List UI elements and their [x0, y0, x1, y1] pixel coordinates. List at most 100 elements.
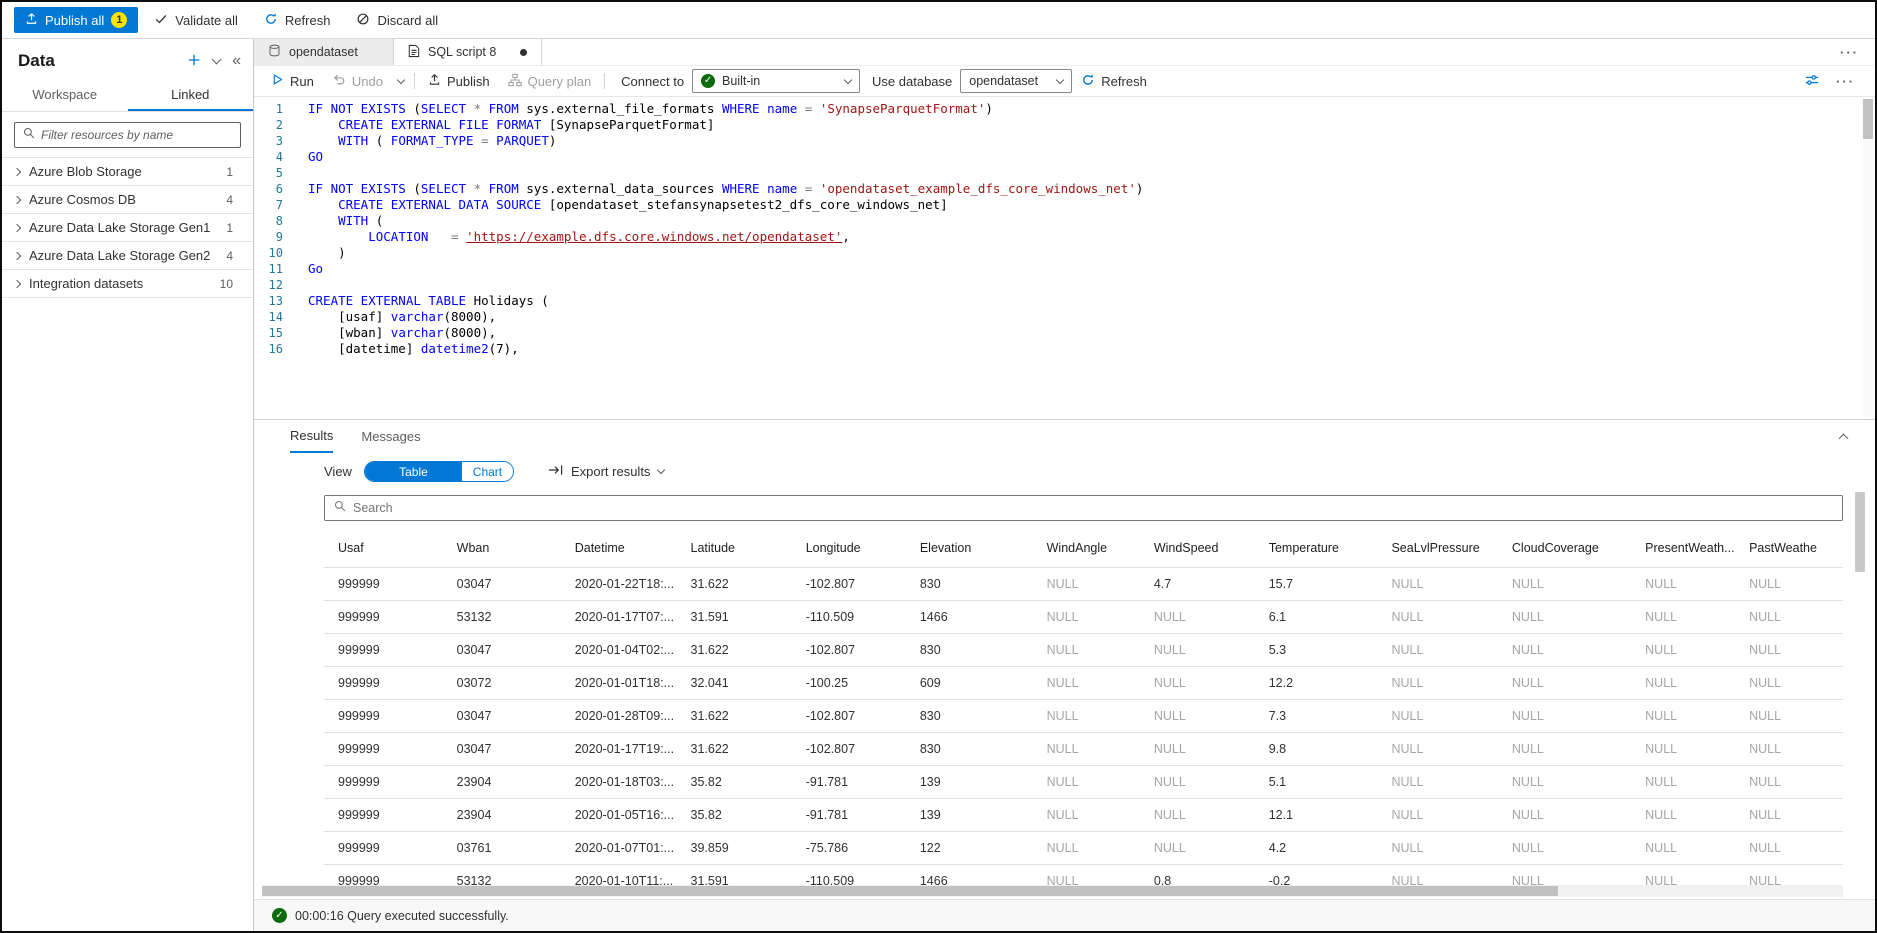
scrollbar-thumb[interactable]	[262, 886, 1558, 896]
undo-button[interactable]: Undo	[323, 66, 392, 96]
column-header[interactable]: Temperature	[1255, 530, 1378, 567]
table-cell: 999999	[324, 567, 443, 600]
connect-to-dropdown[interactable]: ✓ Built-in	[692, 69, 860, 93]
chevron-right-icon	[13, 195, 21, 203]
table-cell: -102.807	[792, 732, 906, 765]
table-row[interactable]: 999999531322020-01-17T07:...31.591-110.5…	[324, 600, 1843, 633]
table-row[interactable]: 999999030472020-01-17T19:...31.622-102.8…	[324, 732, 1843, 765]
column-header[interactable]: PastWeathe	[1735, 530, 1843, 567]
results-vertical-scrollbar[interactable]	[1855, 492, 1865, 752]
column-header[interactable]: PresentWeath...	[1631, 530, 1735, 567]
line-number: 3	[254, 133, 302, 149]
table-cell: 0.8	[1140, 864, 1255, 885]
table-row[interactable]: 999999030722020-01-01T18:...32.041-100.2…	[324, 666, 1843, 699]
filter-resources-input-box	[14, 122, 241, 148]
code-line: 8 WITH (	[254, 213, 1875, 229]
use-database-dropdown[interactable]: opendataset	[960, 69, 1072, 93]
filter-resources-input[interactable]	[41, 128, 232, 142]
column-header[interactable]: CloudCoverage	[1498, 530, 1631, 567]
results-search-input[interactable]	[353, 501, 1833, 515]
table-row[interactable]: 999999030472020-01-28T09:...31.622-102.8…	[324, 699, 1843, 732]
query-plan-button[interactable]: Query plan	[499, 66, 601, 96]
table-cell: 999999	[324, 765, 443, 798]
table-cell: -0.2	[1255, 864, 1378, 885]
tree-item[interactable]: Azure Blob Storage1	[2, 158, 253, 186]
table-row[interactable]: 999999531322020-01-10T11:...31.591-110.5…	[324, 864, 1843, 885]
line-number: 8	[254, 213, 302, 229]
table-row[interactable]: 999999037612020-01-07T01:...39.859-75.78…	[324, 831, 1843, 864]
column-header[interactable]: WindSpeed	[1140, 530, 1255, 567]
refresh-database-button[interactable]: Refresh	[1072, 66, 1156, 96]
refresh-button[interactable]: Refresh	[254, 7, 341, 33]
publish-all-button[interactable]: Publish all 1	[14, 7, 138, 33]
table-row[interactable]: 999999030472020-01-22T18:...31.622-102.8…	[324, 567, 1843, 600]
table-cell: -75.786	[792, 831, 906, 864]
table-cell: NULL	[1631, 567, 1735, 600]
collapse-sidebar-button[interactable]: «	[232, 53, 241, 69]
actions-menu-button[interactable]	[213, 59, 220, 63]
tree-item[interactable]: Integration datasets10	[2, 270, 253, 298]
scrollbar-thumb[interactable]	[1855, 492, 1865, 572]
sql-editor[interactable]: 1IF NOT EXISTS (SELECT * FROM sys.extern…	[254, 97, 1875, 419]
discard-all-button[interactable]: Discard all	[346, 7, 448, 33]
scrollbar-thumb[interactable]	[1863, 99, 1873, 139]
undo-redo-dropdown-button[interactable]	[392, 66, 410, 96]
unsaved-changes-dot	[520, 49, 527, 56]
tab-opendataset[interactable]: opendataset	[254, 39, 394, 65]
column-header[interactable]: WindAngle	[1033, 530, 1140, 567]
toolbar-more-icon[interactable]: ···	[1836, 74, 1855, 89]
tab-sql-script[interactable]: SQL script 8	[394, 39, 542, 65]
column-header[interactable]: Elevation	[906, 530, 1033, 567]
view-chart-button[interactable]: Chart	[462, 462, 513, 481]
results-horizontal-scrollbar[interactable]	[262, 885, 1843, 897]
tree-item[interactable]: Azure Data Lake Storage Gen11	[2, 214, 253, 242]
tree-item-label: Azure Data Lake Storage Gen2	[29, 248, 217, 263]
table-cell: NULL	[1377, 699, 1497, 732]
table-cell: NULL	[1498, 765, 1631, 798]
tab-linked[interactable]: Linked	[128, 79, 254, 111]
editor-settings-button[interactable]	[1804, 73, 1820, 90]
validate-all-button[interactable]: Validate all	[144, 7, 248, 33]
table-cell: NULL	[1631, 699, 1735, 732]
tree-item[interactable]: Azure Data Lake Storage Gen24	[2, 242, 253, 270]
table-cell: 23904	[443, 765, 561, 798]
column-header[interactable]: Wban	[443, 530, 561, 567]
table-cell: -91.781	[792, 765, 906, 798]
tree-item-count: 1	[226, 165, 233, 179]
table-row[interactable]: 999999239042020-01-05T16:...35.82-91.781…	[324, 798, 1843, 831]
publish-button[interactable]: Publish	[419, 66, 499, 96]
tabstrip-more-icon[interactable]: ···	[1824, 39, 1875, 65]
run-button[interactable]: Run	[262, 66, 323, 96]
table-cell: NULL	[1735, 600, 1843, 633]
play-icon	[271, 73, 284, 89]
column-header[interactable]: SeaLvlPressure	[1377, 530, 1497, 567]
code-line: 11Go	[254, 261, 1875, 277]
tab-messages[interactable]: Messages	[361, 420, 420, 453]
table-cell: NULL	[1033, 600, 1140, 633]
editor-vertical-scrollbar[interactable]	[1863, 99, 1873, 417]
view-table-button[interactable]: Table	[365, 462, 462, 481]
table-row[interactable]: 999999239042020-01-18T03:...35.82-91.781…	[324, 765, 1843, 798]
table-cell: 2020-01-17T19:...	[561, 732, 677, 765]
refresh-icon	[1081, 73, 1095, 90]
table-cell: 4.7	[1140, 567, 1255, 600]
column-header[interactable]: Longitude	[792, 530, 906, 567]
table-cell: -110.509	[792, 600, 906, 633]
command-bar: Publish all 1 Validate all Refresh Disca…	[2, 2, 1875, 39]
column-header[interactable]: Latitude	[677, 530, 792, 567]
table-cell: 31.591	[677, 600, 792, 633]
results-search-box	[324, 495, 1843, 521]
connected-status-icon: ✓	[701, 74, 715, 88]
code-line: 7 CREATE EXTERNAL DATA SOURCE [opendatas…	[254, 197, 1875, 213]
export-results-button[interactable]: Export results	[548, 464, 664, 479]
tab-workspace[interactable]: Workspace	[2, 79, 128, 111]
table-row[interactable]: 999999030472020-01-04T02:...31.622-102.8…	[324, 633, 1843, 666]
tab-results[interactable]: Results	[290, 420, 333, 453]
column-header[interactable]: Datetime	[561, 530, 677, 567]
collapse-results-button[interactable]	[1840, 420, 1875, 453]
column-header[interactable]: Usaf	[324, 530, 443, 567]
table-cell: 12.1	[1255, 798, 1378, 831]
table-cell: 03072	[443, 666, 561, 699]
add-resource-button[interactable]	[187, 53, 201, 70]
tree-item[interactable]: Azure Cosmos DB4	[2, 186, 253, 214]
